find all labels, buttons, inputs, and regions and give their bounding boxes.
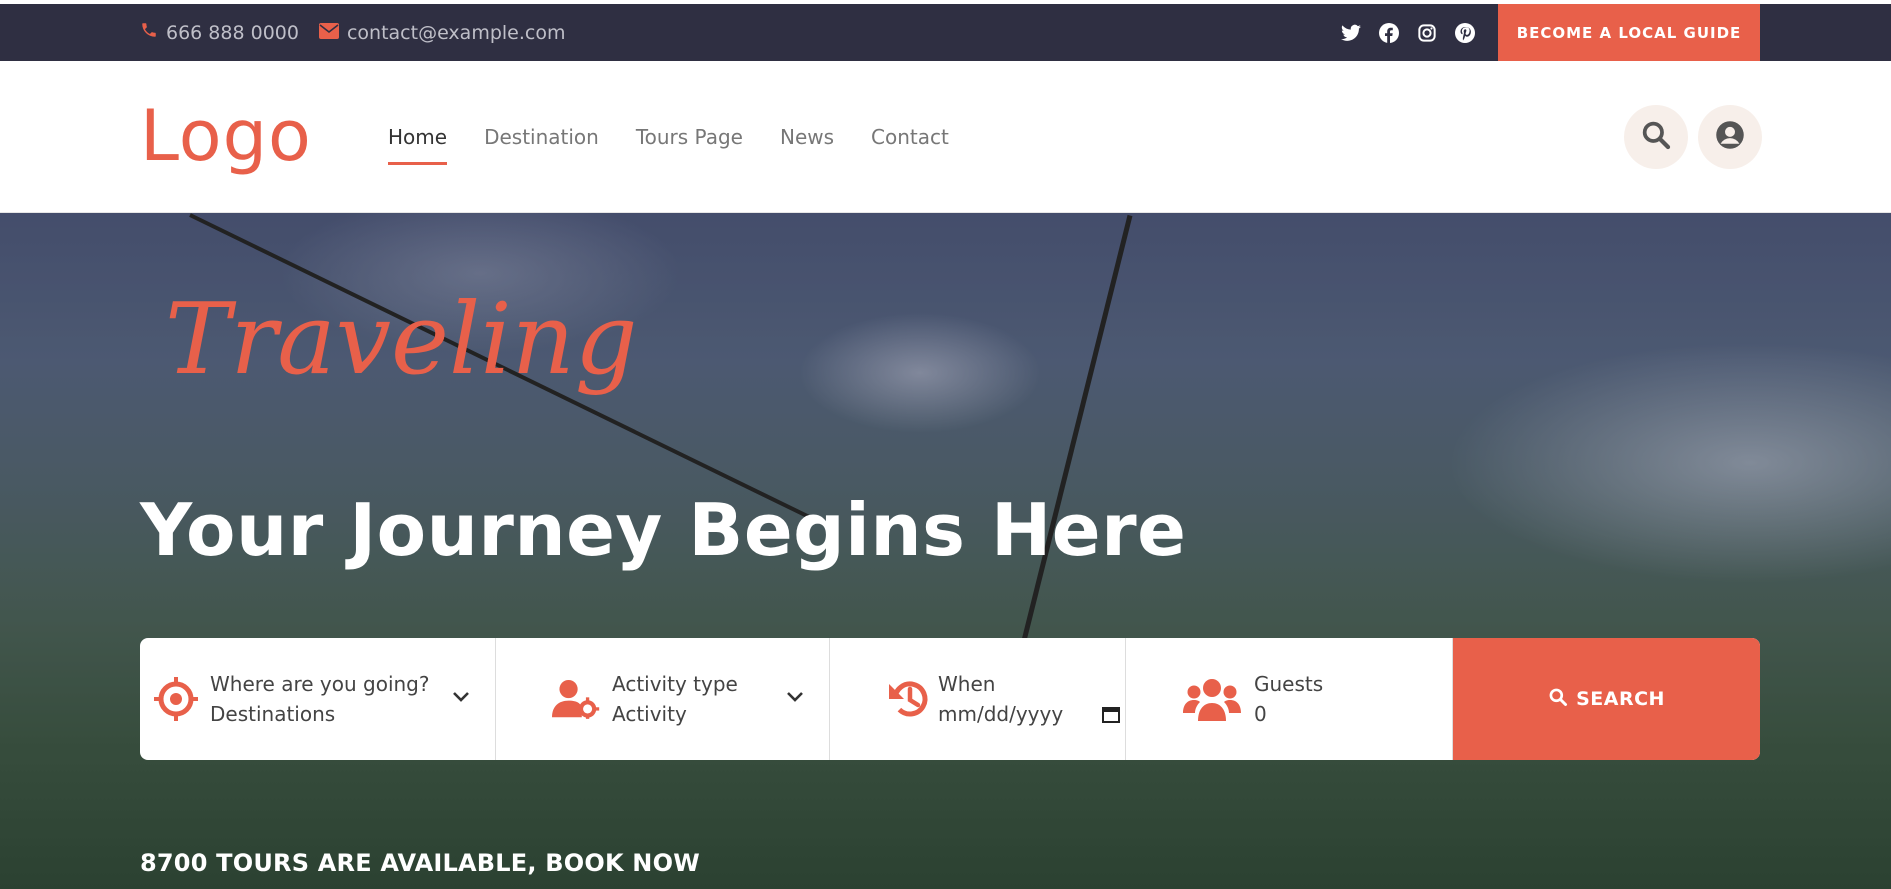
instagram-icon[interactable] bbox=[1416, 22, 1438, 44]
twitter-icon[interactable] bbox=[1340, 22, 1362, 44]
search-button[interactable]: SEARCH bbox=[1453, 638, 1760, 760]
search-icon bbox=[1548, 687, 1568, 712]
chevron-down-icon bbox=[786, 688, 804, 707]
nav-item-home[interactable]: Home bbox=[388, 119, 448, 165]
search-button-label: SEARCH bbox=[1576, 688, 1665, 710]
envelope-icon bbox=[318, 22, 339, 44]
activity-label: Activity type bbox=[612, 672, 738, 696]
email-link[interactable]: contact@example.com bbox=[318, 21, 566, 44]
nav-item-contact[interactable]: Contact bbox=[871, 119, 949, 155]
pinterest-icon[interactable] bbox=[1454, 22, 1476, 44]
tours-available-text[interactable]: 8700 TOURS ARE AVAILABLE, BOOK NOW bbox=[140, 849, 700, 877]
become-local-guide-button[interactable]: BECOME A LOCAL GUIDE bbox=[1498, 4, 1760, 61]
hero-tagline: Traveling bbox=[165, 283, 638, 397]
site-logo[interactable]: Logo bbox=[140, 95, 312, 177]
social-links bbox=[1340, 4, 1476, 61]
destination-label: Where are you going? bbox=[210, 672, 430, 696]
header-search-button[interactable] bbox=[1624, 105, 1688, 169]
email-address: contact@example.com bbox=[346, 21, 566, 44]
crosshair-icon bbox=[152, 675, 200, 723]
activity-value: Activity bbox=[612, 702, 687, 726]
hero-section: Traveling Your Journey Begins Here Where… bbox=[0, 213, 1891, 889]
chevron-down-icon bbox=[452, 688, 470, 707]
contact-info: 666 888 0000 contact@example.com bbox=[140, 4, 565, 61]
guests-label: Guests bbox=[1254, 672, 1324, 696]
user-gear-icon bbox=[552, 675, 600, 723]
search-icon bbox=[1640, 119, 1672, 155]
top-bar: 666 888 0000 contact@example.com BECOME … bbox=[0, 4, 1891, 61]
history-icon bbox=[886, 675, 934, 723]
guests-value: 0 bbox=[1254, 702, 1267, 726]
phone-link[interactable]: 666 888 0000 bbox=[140, 21, 299, 44]
facebook-icon[interactable] bbox=[1378, 22, 1400, 44]
search-form: Where are you going? Destinations Activi… bbox=[140, 638, 1760, 760]
activity-select[interactable]: Activity type Activity bbox=[496, 638, 830, 760]
hero-headline: Your Journey Begins Here bbox=[140, 488, 1187, 572]
main-header: Logo Home Destination Tours Page News Co… bbox=[0, 61, 1891, 213]
calendar-icon[interactable] bbox=[1102, 705, 1120, 727]
date-input[interactable]: mm/dd/yyyy bbox=[938, 702, 1063, 726]
main-nav: Home Destination Tours Page News Contact bbox=[388, 61, 949, 213]
phone-icon bbox=[140, 21, 158, 44]
nav-item-tours-page[interactable]: Tours Page bbox=[636, 119, 743, 155]
phone-number: 666 888 0000 bbox=[166, 21, 299, 44]
when-label: When bbox=[938, 672, 996, 696]
date-field[interactable]: When mm/dd/yyyy bbox=[830, 638, 1126, 760]
guests-field[interactable]: Guests 0 bbox=[1126, 638, 1453, 760]
users-icon bbox=[1182, 675, 1242, 723]
user-circle-icon bbox=[1715, 120, 1745, 154]
destination-value: Destinations bbox=[210, 702, 336, 726]
destination-select[interactable]: Where are you going? Destinations bbox=[140, 638, 496, 760]
account-button[interactable] bbox=[1698, 105, 1762, 169]
nav-item-destination[interactable]: Destination bbox=[484, 119, 599, 155]
nav-item-news[interactable]: News bbox=[780, 119, 834, 155]
